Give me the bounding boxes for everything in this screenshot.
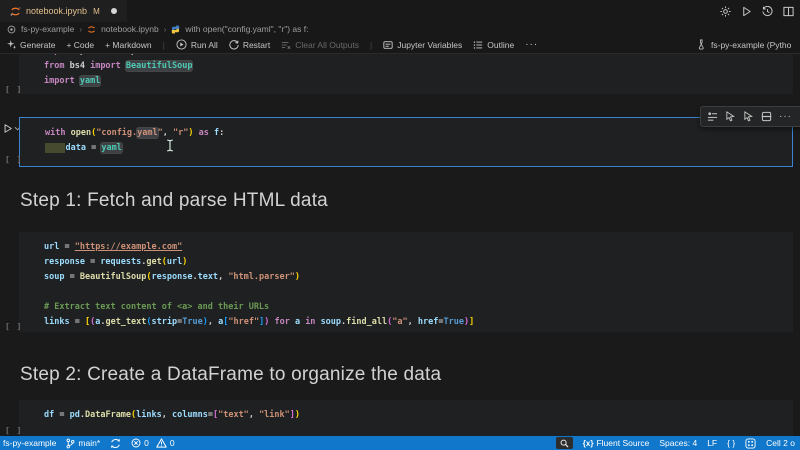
status-eol[interactable]: LF: [707, 438, 717, 448]
jupyter-notebook-icon: [10, 6, 21, 17]
dirty-indicator[interactable]: [110, 8, 117, 14]
markdown-cell[interactable]: Step 1: Fetch and parse HTML data: [20, 190, 328, 212]
execution-count: [ ]: [5, 155, 23, 164]
status-cell-indicator[interactable]: Cell 2 o: [766, 438, 795, 448]
execution-count: [ ]: [5, 426, 23, 435]
settings-icon[interactable]: [720, 5, 731, 17]
clear-all-outputs-button[interactable]: Clear All Outputs: [281, 40, 359, 50]
status-problems[interactable]: 0 0: [131, 438, 175, 448]
history-icon[interactable]: [762, 5, 773, 17]
sparkle-icon: [7, 40, 16, 49]
code-cell[interactable]: import pandas as pdfrom bs4 import Beaut…: [19, 54, 793, 94]
code-cell[interactable]: df = pd.DataFrame(links, columns=["text"…: [19, 400, 793, 436]
zoom-indicator: [555, 437, 573, 449]
code-cell[interactable]: with open("config.yaml", "r") as f: data…: [19, 117, 793, 167]
text-cursor-pointer: [166, 139, 174, 152]
outline-button[interactable]: Outline: [473, 40, 514, 50]
code-line: import yaml: [44, 75, 102, 87]
workspace-icon: [7, 25, 16, 34]
markdown-cell[interactable]: Step 2: Create a DataFrame to organize t…: [20, 364, 441, 386]
chevron-right-icon: ›: [163, 24, 167, 34]
code-line: soup = BeautifulSoup(response.text, "htm…: [44, 272, 300, 282]
code-line: response = requests.get(url): [44, 257, 188, 267]
tab-bar: notebook.ipynb M: [0, 0, 800, 22]
status-bar-right: {x} Fluent Source Spaces: 4 LF { } Cell …: [555, 437, 795, 449]
status-language-mode[interactable]: { }: [727, 438, 735, 448]
run-all-button[interactable]: Run All: [176, 39, 218, 50]
breadcrumb: fs-py-example › notebook.ipynb › with op…: [0, 22, 800, 36]
toolbar-separator: |: [370, 39, 373, 50]
variables-icon: [383, 40, 393, 50]
cell-toolbar: ···: [700, 106, 800, 127]
git-modified-badge: M: [93, 6, 100, 16]
notebook-toolbar: Generate + Code + Markdown | Run All Res…: [0, 36, 800, 54]
editor-actions: [720, 0, 794, 22]
status-indentation[interactable]: Spaces: 4: [659, 438, 697, 448]
execution-count: [ ]: [5, 322, 23, 331]
toolbar-separator: |: [162, 39, 165, 50]
split-editor-icon[interactable]: [783, 6, 794, 17]
tab-notebook[interactable]: notebook.ipynb M: [0, 0, 127, 22]
code-line: url = "https://example.com": [44, 242, 183, 252]
breadcrumb-symbol[interactable]: with open("config.yaml", "r") as f:: [185, 24, 308, 34]
warning-icon: [156, 438, 167, 448]
outline-icon: [473, 40, 483, 50]
status-bar: fs-py-example main* 0 0 {x} Fluent Sourc…: [0, 436, 800, 450]
restart-button[interactable]: Restart: [229, 40, 270, 50]
jupyter-variables-button[interactable]: Jupyter Variables: [383, 40, 462, 50]
kernel-picker[interactable]: fs-py-example (Pytho: [697, 36, 791, 53]
code-line: from bs4 import BeautifulSoup: [44, 60, 194, 72]
add-code-button[interactable]: + Code: [66, 40, 94, 50]
run-by-line-icon[interactable]: [707, 111, 718, 122]
breadcrumb-item-file[interactable]: notebook.ipynb: [101, 24, 159, 34]
run-below-icon[interactable]: [743, 111, 754, 122]
breadcrumb-item-folder[interactable]: fs-py-example: [21, 24, 74, 34]
status-project[interactable]: fs-py-example: [3, 438, 56, 448]
more-actions-button[interactable]: ···: [525, 39, 538, 50]
clear-all-icon: [281, 40, 291, 50]
code-line: df = pd.DataFrame(links, columns=["text"…: [44, 410, 301, 420]
status-fluent-source[interactable]: {x} Fluent Source: [583, 438, 650, 448]
fluent-braces-icon: {x}: [582, 438, 594, 448]
run-icon[interactable]: [741, 6, 752, 17]
restart-icon: [229, 39, 239, 50]
run-all-icon: [176, 39, 187, 50]
status-branch[interactable]: main*: [66, 438, 100, 449]
notebook: ··· import pandas as pdfrom bs4 import B…: [0, 54, 800, 436]
code-line: data = yaml: [20, 141, 792, 156]
extension-grid-icon[interactable]: [745, 437, 756, 449]
sync-icon: [110, 438, 121, 449]
kernel-env-icon: [697, 39, 707, 50]
more-actions-icon[interactable]: ···: [779, 111, 792, 122]
add-markdown-button[interactable]: + Markdown: [105, 40, 152, 50]
split-cell-icon[interactable]: [761, 111, 772, 122]
sync-changes-button[interactable]: [110, 438, 121, 449]
magnifier-icon: [560, 439, 569, 448]
execution-count: [ ]: [5, 85, 23, 94]
tab-title: notebook.ipynb: [26, 6, 88, 16]
code-line: links = [(a.get_text(strip=True), a["hre…: [44, 317, 475, 327]
jupyter-notebook-icon: [87, 25, 96, 34]
run-above-icon[interactable]: [725, 111, 736, 122]
play-icon: [4, 124, 12, 133]
code-line: with open("config.yaml", "r") as f:: [45, 127, 225, 139]
code-line: # Extract text content of <a> and their …: [44, 302, 270, 312]
chevron-right-icon: ›: [79, 24, 83, 34]
git-branch-icon: [66, 438, 75, 449]
error-icon: [131, 438, 141, 448]
code-cell[interactable]: url = "https://example.com" response = re…: [19, 232, 793, 332]
generate-button[interactable]: Generate: [7, 40, 55, 50]
python-icon: [171, 24, 180, 34]
